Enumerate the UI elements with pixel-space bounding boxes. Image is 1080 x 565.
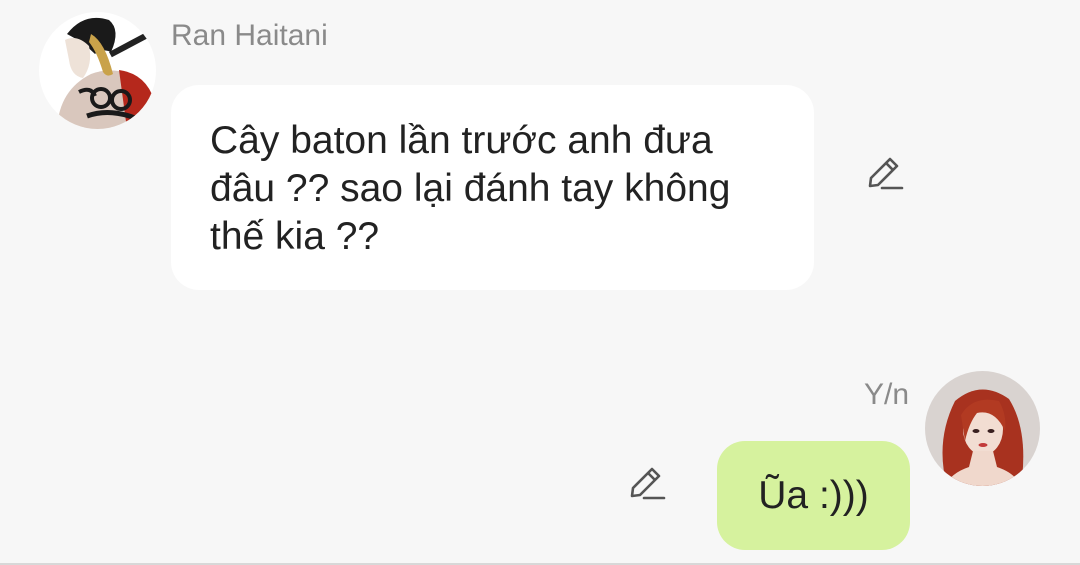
- message-bubble-sent[interactable]: Ũa :))): [717, 441, 910, 550]
- message-bubble-received[interactable]: Cây baton lần trước anh đưa đâu ?? sao l…: [171, 85, 814, 290]
- sender-name: Y/n: [863, 378, 909, 411]
- edit-message-button[interactable]: [862, 152, 906, 196]
- message-text-line: đâu ?? sao lại đánh tay không: [210, 167, 731, 210]
- message-text-line: Cây baton lần trước anh đưa: [210, 119, 713, 162]
- yn-avatar[interactable]: [925, 371, 1040, 486]
- pencil-edit-icon: [630, 467, 666, 500]
- message-text-line: Ũa :))): [758, 473, 869, 517]
- message-text-line: thế kia ??: [210, 215, 380, 258]
- pencil-edit-icon: [868, 157, 904, 190]
- tattooed-man-avatar-icon: [39, 12, 156, 129]
- red-haired-woman-avatar-icon: [925, 371, 1040, 486]
- ran-haitani-avatar[interactable]: [39, 12, 156, 129]
- edit-message-button[interactable]: [624, 462, 668, 506]
- sender-name: Ran Haitani: [171, 19, 328, 52]
